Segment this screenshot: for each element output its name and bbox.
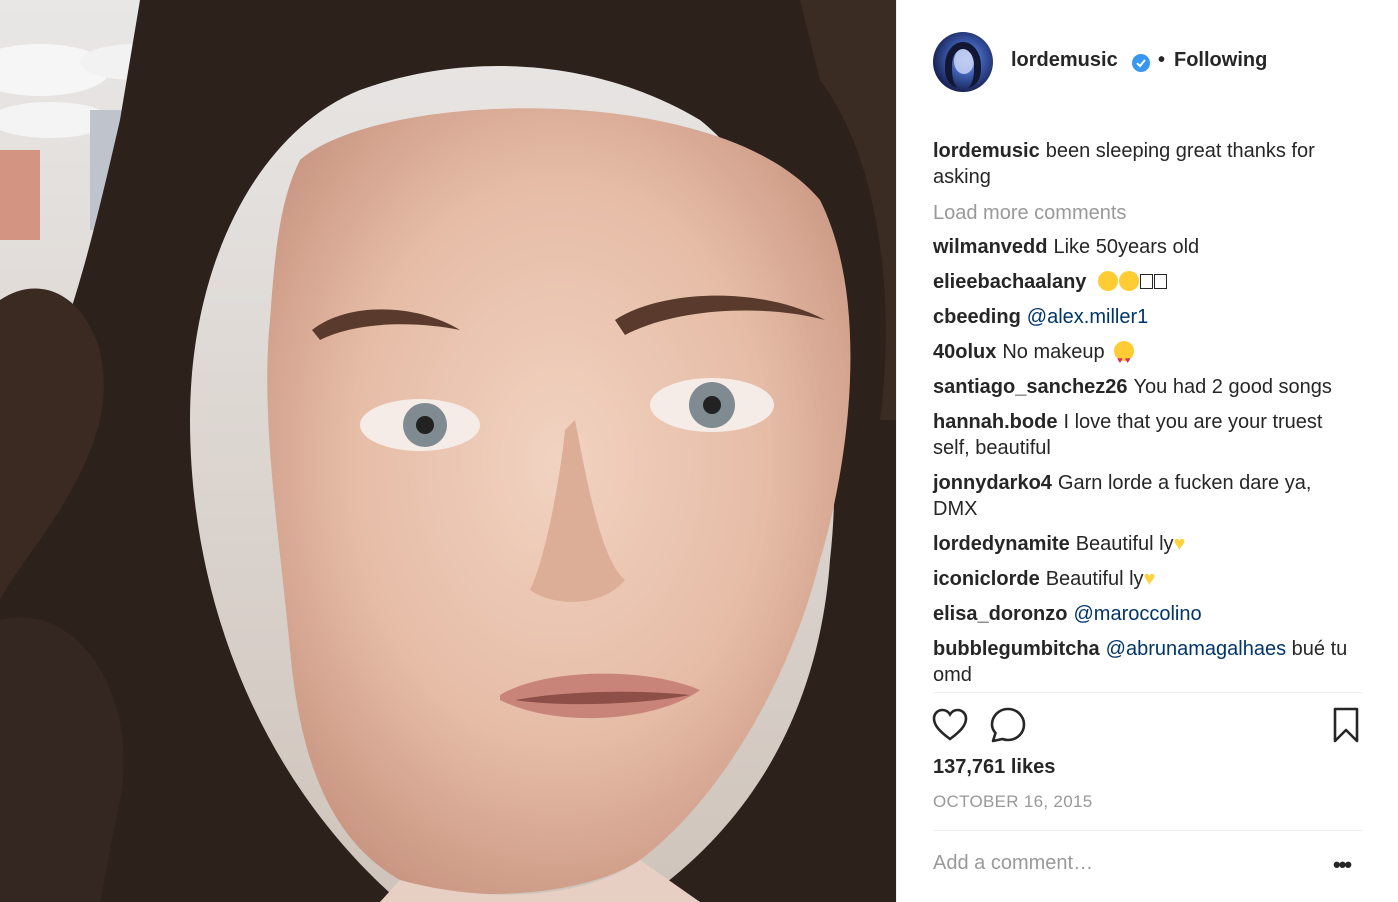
comment-text: Like 50years old	[1053, 236, 1200, 258]
more-options-button[interactable]: •••	[1333, 852, 1352, 878]
comment-item: jonnydarko4 Garn lorde a fucken dare ya, …	[933, 470, 1353, 522]
like-count[interactable]: 137,761 likes	[933, 756, 1055, 779]
action-bar	[931, 706, 1365, 746]
comment-item: elisa_doronzo @maroccolino	[933, 601, 1353, 627]
comment-text: No makeup	[1002, 341, 1105, 363]
comments-list: lordemusic been sleeping great thanks for…	[933, 138, 1353, 697]
comment-username[interactable]: elieebachaalany	[933, 271, 1086, 293]
tears-of-joy-emoji	[1119, 271, 1139, 291]
comment-item: 40olux No makeup ♥ ♥	[933, 339, 1353, 365]
following-button[interactable]: Following	[1174, 49, 1267, 72]
comment-text: Beautiful ly	[1045, 568, 1144, 590]
comment-item: lordedynamite Beautiful ly♥	[933, 531, 1353, 557]
post-details-panel: lordemusic • Following lordemusic been sl…	[896, 0, 1398, 902]
verified-badge-icon	[1132, 54, 1150, 72]
add-comment-input[interactable]	[933, 848, 1313, 878]
comment-text: You had 2 good songs	[1133, 376, 1332, 398]
comment-mention[interactable]: @maroccolino	[1073, 603, 1201, 625]
selfie-image	[0, 0, 896, 902]
heart-icon[interactable]	[931, 706, 969, 744]
comment-username[interactable]: bubblegumbitcha	[933, 638, 1100, 660]
comment-item: hannah.bode I love that you are your true…	[933, 409, 1353, 461]
post-header: lordemusic • Following	[897, 0, 1398, 122]
yellow-heart-emoji: ♥	[1173, 533, 1186, 555]
author-username[interactable]: lordemusic	[1011, 49, 1118, 72]
heart-eyes-emoji: ♥ ♥	[1114, 341, 1135, 365]
caption-username[interactable]: lordemusic	[933, 140, 1040, 162]
comment-username[interactable]: cbeeding	[933, 306, 1021, 328]
comment-username[interactable]: jonnydarko4	[933, 472, 1052, 494]
comment-username[interactable]: santiago_sanchez26	[933, 376, 1128, 398]
comment-bubble-icon[interactable]	[989, 706, 1027, 744]
instagram-post: lordemusic • Following lordemusic been sl…	[0, 0, 1398, 902]
comment-username[interactable]: wilmanvedd	[933, 236, 1047, 258]
yellow-heart-emoji: ♥	[1143, 568, 1156, 590]
avatar-hair	[945, 42, 981, 88]
comment-username[interactable]: elisa_doronzo	[933, 603, 1067, 625]
comment-item: cbeeding @alex.miller1	[933, 304, 1353, 330]
comment-item: wilmanvedd Like 50years old	[933, 234, 1353, 260]
tears-of-joy-emoji	[1098, 271, 1118, 291]
comment-item: santiago_sanchez26 You had 2 good songs	[933, 374, 1353, 400]
comment-item: iconiclorde Beautiful ly♥	[933, 566, 1353, 592]
comment-mention[interactable]: @abrunamagalhaes	[1106, 638, 1286, 660]
bookmark-icon[interactable]	[1327, 706, 1365, 744]
comment-text: Beautiful ly	[1075, 533, 1174, 555]
missing-glyph-icon	[1140, 274, 1153, 289]
caption: lordemusic been sleeping great thanks for…	[933, 138, 1353, 190]
comment-username[interactable]: lordedynamite	[933, 533, 1070, 555]
author-avatar[interactable]	[933, 32, 993, 92]
missing-glyph-icon	[1154, 274, 1167, 289]
comment-username[interactable]: iconiclorde	[933, 568, 1040, 590]
comment-item: bubblegumbitcha @abrunamagalhaes bué tu o…	[933, 636, 1353, 688]
post-photo[interactable]	[0, 0, 896, 902]
comment-mention[interactable]: @alex.miller1	[1027, 306, 1148, 328]
header-separator: •	[1158, 49, 1166, 71]
comment-username[interactable]: 40olux	[933, 341, 996, 363]
divider	[933, 830, 1363, 831]
load-more-comments-link[interactable]: Load more comments	[933, 200, 1353, 226]
post-date[interactable]: OCTOBER 16, 2015	[933, 792, 1092, 812]
comment-username[interactable]: hannah.bode	[933, 411, 1057, 433]
divider	[933, 692, 1363, 693]
comment-item: elieebachaalany	[933, 269, 1353, 295]
